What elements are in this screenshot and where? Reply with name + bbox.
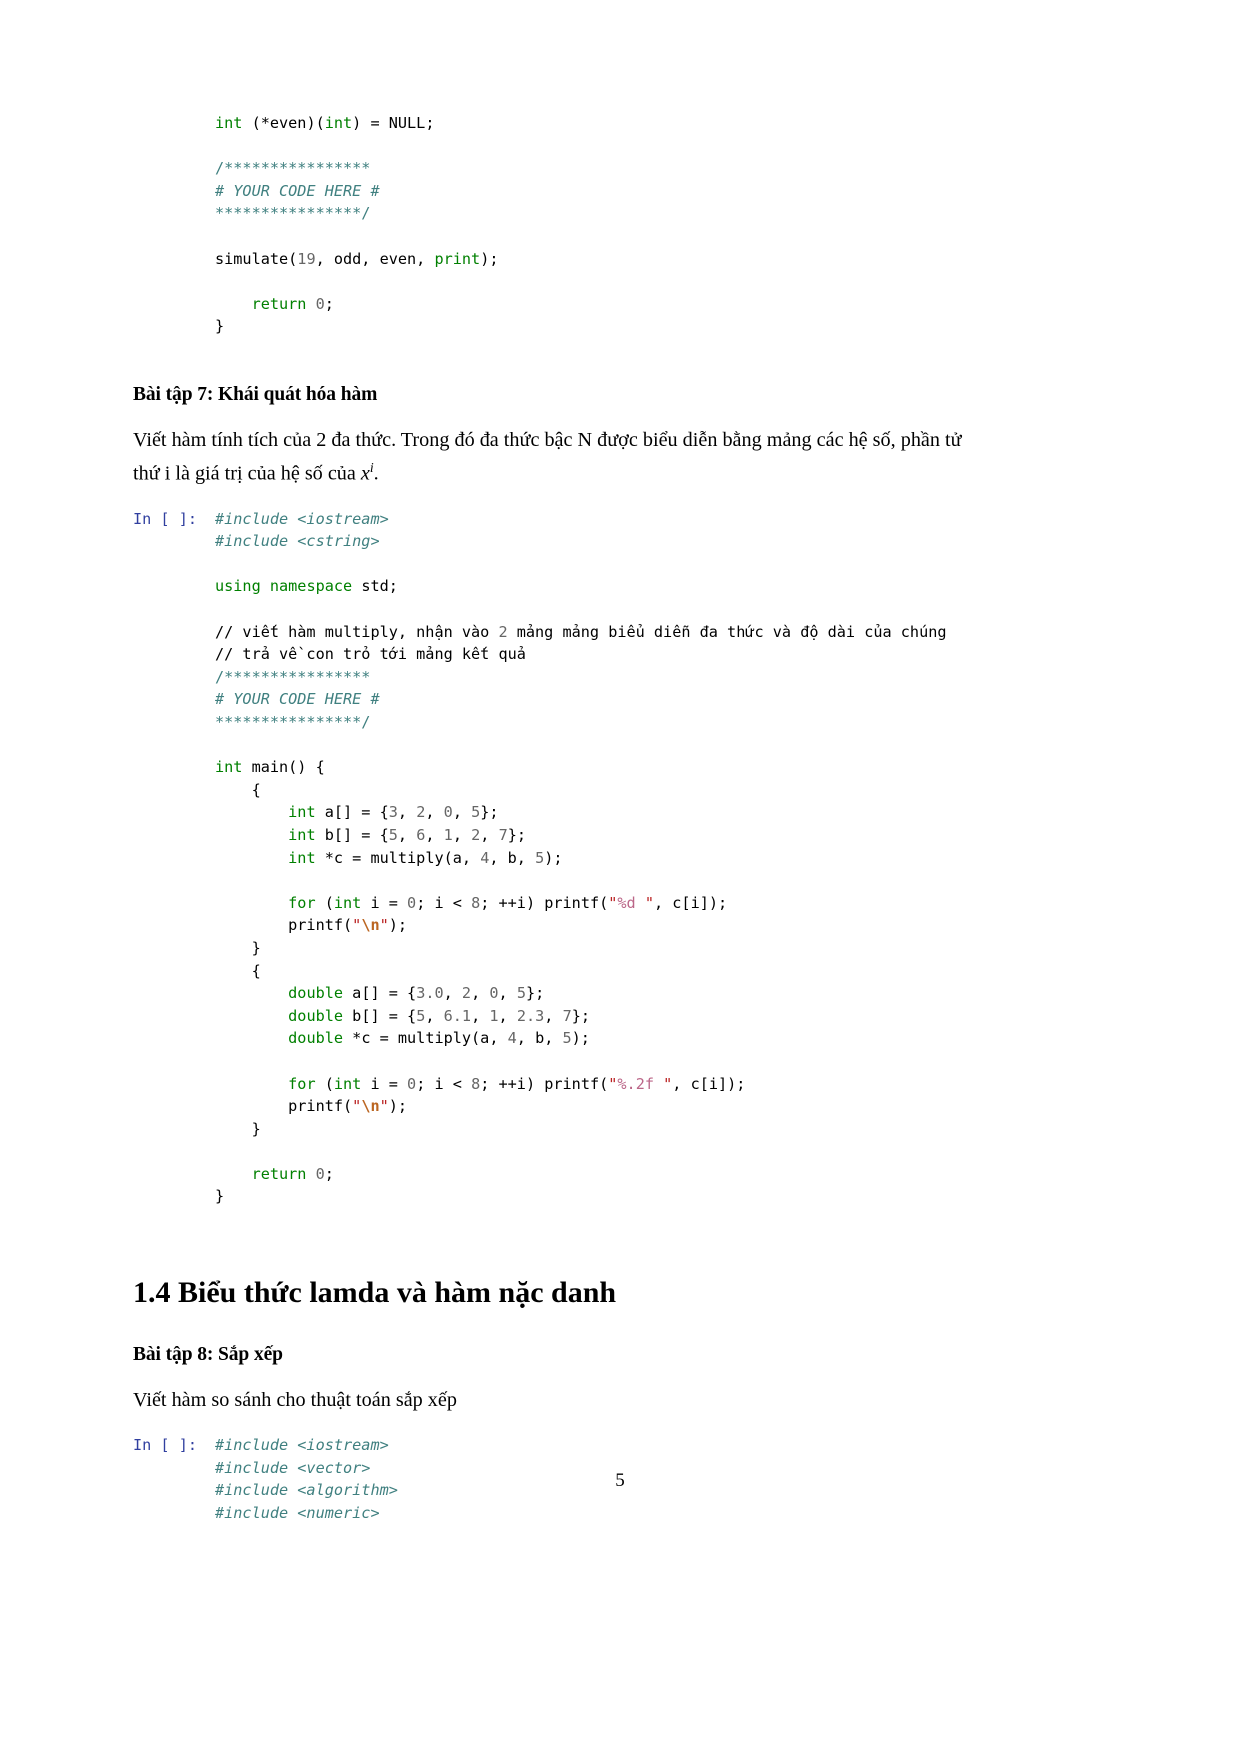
section-1-4-heading: 1.4 Biểu thức lamda và hàm nặc danh	[133, 1276, 617, 1310]
exercise-7-paragraph-line1: Viết hàm tính tích của 2 đa thức. Trong …	[133, 428, 962, 451]
exercise-8-heading: Bài tập 8: Sắp xếp	[133, 1344, 283, 1366]
code-prompt-exercise-8[interactable]: In [ ]:	[133, 1434, 215, 1457]
exercise-7-heading: Bài tập 7: Khái quát hóa hàm	[133, 383, 378, 405]
exercise-7-variable-x: x	[360, 462, 370, 485]
page-number: 5	[615, 1470, 625, 1491]
code-cell-exercise-7[interactable]: In [ ]: #include <iostream> #include <cs…	[133, 508, 1109, 1208]
exercise-8-paragraph: Viết hàm so sánh cho thuật toán sắp xếp	[133, 1389, 457, 1412]
code-body-continuation[interactable]: int (*even)(int) = NULL; /**************…	[215, 112, 1109, 338]
code-body-exercise-7[interactable]: #include <iostream> #include <cstring> u…	[215, 508, 1109, 1208]
exercise-7-paragraph-line2-pre: thứ i là giá trị của hệ số của	[133, 462, 361, 485]
exercise-7-paragraph: Viết hàm tính tích của 2 đa thức. Trong …	[133, 426, 1109, 488]
code-prompt-exercise-7[interactable]: In [ ]:	[133, 508, 215, 531]
notebook-page: int (*even)(int) = NULL; /**************…	[0, 0, 1240, 1753]
page-content: int (*even)(int) = NULL; /**************…	[133, 0, 1109, 1524]
exercise-7-paragraph-line2-post: .	[373, 462, 379, 485]
code-block-continuation[interactable]: int (*even)(int) = NULL; /**************…	[133, 112, 1109, 338]
